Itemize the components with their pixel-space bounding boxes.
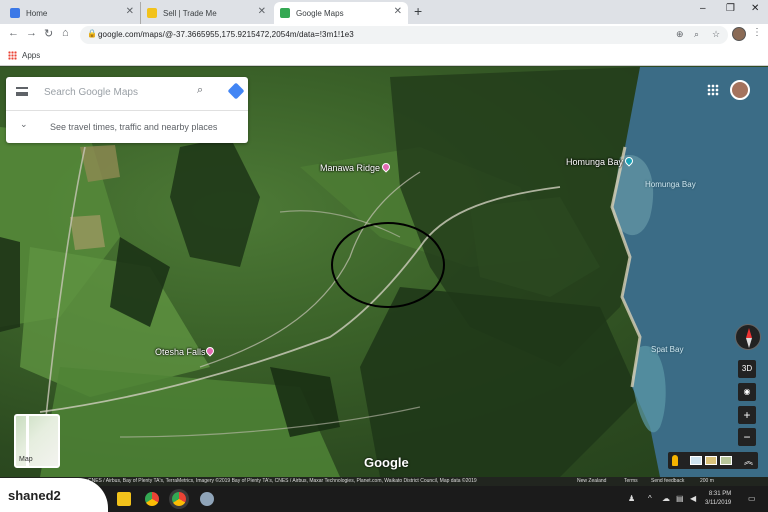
chevron-down-icon[interactable]: ⌄ [20,119,28,130]
directions-icon[interactable] [227,82,245,100]
scale-label: 200 m [700,478,714,484]
chevron-up-icon[interactable]: ^ [648,494,652,503]
imagery-credits: CNES / Airbus, Bay of Plenty TA's, Terra… [88,478,477,484]
imagery-layers-bar: ︽ [668,452,758,469]
forest-patch [0,237,20,332]
apps-grid-icon[interactable] [8,51,17,60]
forest-patch [170,137,260,267]
send-feedback-link[interactable]: Send feedback [651,478,684,484]
home-icon[interactable]: ⌂ [62,27,69,39]
system-clock[interactable]: 8:31 PM 3/11/2019 [705,490,731,508]
watermark-text: shaned2 [8,488,61,503]
maximize-button[interactable]: ❐ [726,3,735,14]
water-label: Spat Bay [651,345,684,354]
sticky-notes-icon[interactable] [117,492,131,506]
close-window-button[interactable]: ✕ [751,3,759,14]
compass-icon[interactable] [735,324,761,350]
cloud-icon[interactable]: ☁ [662,494,670,503]
browser-toolbar: ← → ↻ ⌂ 🔒 google.com/maps/@-37.3665955,1… [0,24,768,46]
new-tab-button[interactable]: + [414,3,422,19]
profile-avatar[interactable] [732,27,746,41]
tilt-3d-button[interactable]: 3D [738,360,756,378]
zoom-icon[interactable]: ⌕ [694,29,699,40]
hamburger-menu-icon[interactable] [16,87,28,96]
google-apps-icon[interactable] [707,84,719,96]
people-icon[interactable]: ♟ [628,494,635,503]
place-label-otesha-falls[interactable]: Otesha Falls [155,347,206,357]
notification-icon[interactable]: ▭ [748,494,756,503]
volume-icon[interactable]: ◀ [690,494,696,503]
google-logo: Google [364,455,409,470]
google-maps-favicon-icon [280,8,290,18]
zoom-out-button[interactable]: − [738,428,756,446]
country-link[interactable]: New Zealand [577,478,606,484]
search-panel: ⌕ ⌄ See travel times, traffic and nearby… [6,77,248,143]
app-icon[interactable] [200,492,214,506]
chrome-active-icon[interactable] [172,492,186,506]
close-tab-icon[interactable]: ✕ [394,6,402,17]
place-label-manawa-ridge[interactable]: Manawa Ridge [320,163,380,173]
location-icon[interactable]: ⊕ [676,29,684,40]
home-favicon-icon [10,8,20,18]
bookmark-star-icon[interactable]: ☆ [712,29,720,40]
terms-link[interactable]: Terms [624,478,638,484]
tab-trade-me[interactable]: Sell | Trade Me ✕ [140,2,272,24]
pasture-field [70,215,105,250]
close-tab-icon[interactable]: ✕ [126,6,134,17]
minimize-button[interactable]: – [700,3,706,14]
bookmarks-bar: Apps [0,46,768,66]
tab-title: Google Maps [296,8,344,18]
pegman-icon[interactable] [672,455,678,466]
search-icon[interactable]: ⌕ [197,84,203,97]
map-type-toggle[interactable]: Map [14,414,60,468]
search-input[interactable] [44,83,184,101]
tab-title: Home [26,8,48,18]
water-label: Homunga Bay [645,180,696,189]
tab-title: Sell | Trade Me [163,8,217,18]
divider [6,110,248,111]
tab-bar: Home ✕ Sell | Trade Me ✕ Google Maps ✕ +… [0,0,768,24]
layer-thumbnail-icon[interactable] [690,456,702,465]
watermark-badge: shaned2 [0,478,108,512]
chrome-icon[interactable] [145,492,159,506]
account-avatar[interactable] [730,80,750,100]
my-location-button[interactable]: ◉ [738,383,756,401]
url-text[interactable]: google.com/maps/@-37.3665955,175.9215472… [98,30,354,39]
trade-me-favicon-icon [147,8,157,18]
lock-icon: 🔒 [87,29,97,38]
apps-bookmark[interactable]: Apps [22,51,40,60]
layer-thumbnail-icon[interactable] [720,456,732,465]
close-tab-icon[interactable]: ✕ [258,6,266,17]
tab-google-maps[interactable]: Google Maps ✕ [274,2,408,24]
chevron-up-icon[interactable]: ︽ [744,454,753,467]
layer-thumbnail-icon[interactable] [705,456,717,465]
map-type-label: Map [19,456,33,463]
attribution-bar: CNES / Airbus, Bay of Plenty TA's, Terra… [0,477,768,486]
forward-arrow-icon[interactable]: → [26,27,37,39]
address-bar[interactable]: 🔒 google.com/maps/@-37.3665955,175.92154… [80,26,728,44]
clock-date: 3/11/2019 [705,500,732,506]
tab-home[interactable]: Home ✕ [4,2,140,24]
place-label-homunga-bay[interactable]: Homunga Bay [566,157,623,167]
menu-kebab-icon[interactable]: ⋮ [752,27,762,38]
network-icon[interactable]: ▤ [676,494,684,503]
zoom-in-button[interactable]: + [738,406,756,424]
travel-times-hint[interactable]: See travel times, traffic and nearby pla… [50,122,217,132]
back-arrow-icon[interactable]: ← [8,27,19,39]
clock-time: 8:31 PM [708,491,732,497]
windows-taskbar: ♟ ^ ☁ ▤ ◀ 8:31 PM 3/11/2019 ▭ [0,486,768,512]
reload-icon[interactable]: ↻ [44,27,53,40]
forest-patch [360,287,640,477]
